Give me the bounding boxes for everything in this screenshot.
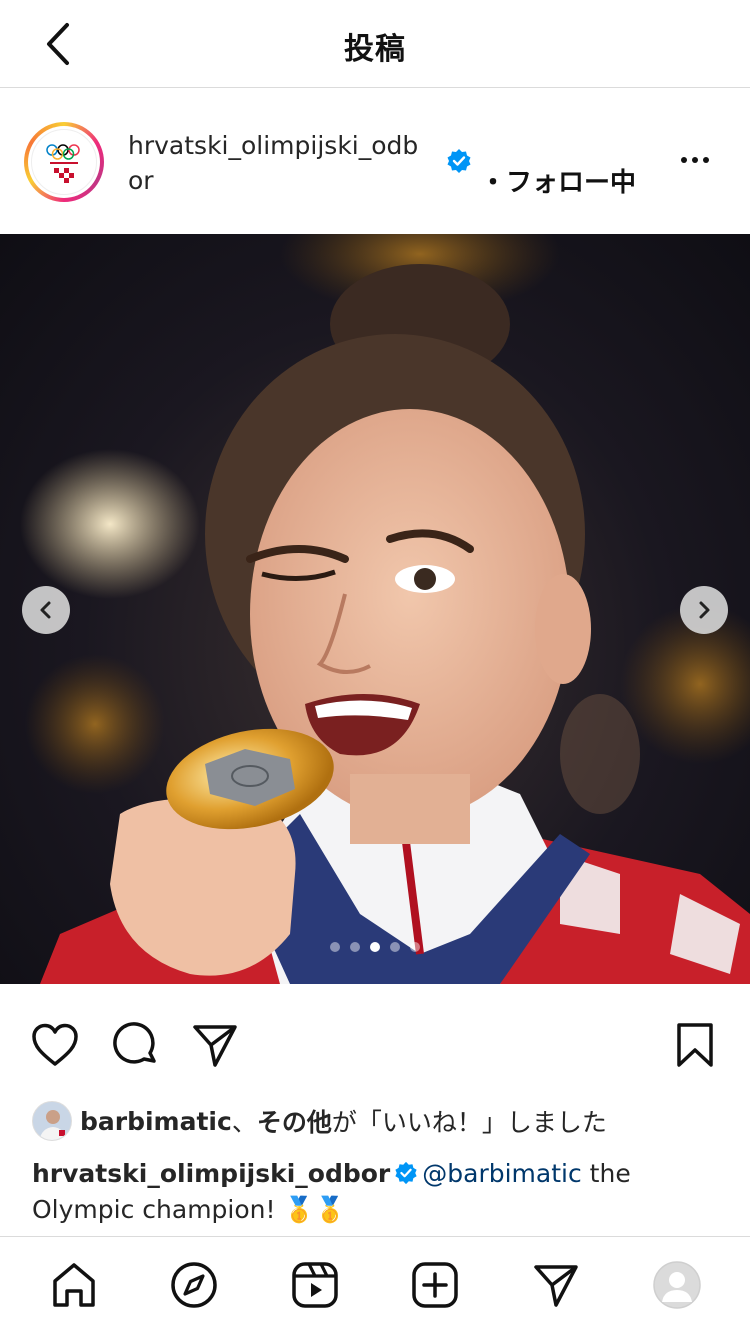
olympic-committee-logo-icon bbox=[46, 144, 80, 183]
caption-emoji: 🥇🥇 bbox=[283, 1195, 346, 1224]
account-username[interactable]: hrvatski_olimpijski_odb or bbox=[128, 128, 428, 198]
carousel-next-icon bbox=[699, 601, 710, 619]
bottom-navigation bbox=[0, 1236, 750, 1334]
carousel-dot bbox=[390, 942, 400, 952]
messages-icon bbox=[534, 1265, 578, 1307]
liker-avatar-image bbox=[33, 1102, 71, 1140]
photo-content bbox=[20, 234, 750, 984]
caption-username[interactable]: hrvatski_olimpijski_odbor bbox=[32, 1159, 390, 1188]
username-line-2: or bbox=[128, 166, 154, 195]
nav-explore[interactable] bbox=[168, 1259, 220, 1311]
share-icon bbox=[193, 1025, 237, 1067]
home-icon bbox=[53, 1263, 95, 1307]
post-photo[interactable] bbox=[0, 234, 750, 984]
following-status-button[interactable]: ・フォロー中 bbox=[480, 162, 636, 199]
nav-create[interactable] bbox=[409, 1259, 461, 1311]
create-icon bbox=[412, 1262, 458, 1308]
save-button[interactable] bbox=[670, 1020, 720, 1070]
post-header: hrvatski_olimpijski_odb or ・フォロー中 bbox=[0, 88, 750, 234]
likes-summary: barbimatic、その他 が「いいね！」しました bbox=[32, 1100, 607, 1142]
likes-separator: 、 bbox=[231, 1108, 257, 1137]
carousel-dot bbox=[410, 942, 420, 952]
account-avatar[interactable] bbox=[24, 122, 104, 202]
like-button[interactable] bbox=[30, 1020, 80, 1070]
carousel-dot bbox=[330, 942, 340, 952]
comment-icon bbox=[113, 1022, 156, 1064]
nav-messages[interactable] bbox=[530, 1259, 582, 1311]
post-actions bbox=[0, 1010, 750, 1080]
carousel-dot bbox=[350, 942, 360, 952]
more-icon bbox=[681, 157, 687, 163]
carousel-prev-button[interactable] bbox=[22, 586, 70, 634]
more-options-button[interactable] bbox=[672, 140, 718, 180]
profile-avatar-icon bbox=[653, 1261, 701, 1309]
nav-profile[interactable] bbox=[651, 1259, 703, 1311]
explore-icon bbox=[171, 1262, 217, 1308]
carousel-prev-icon bbox=[40, 601, 51, 619]
carousel-dot-active bbox=[370, 942, 380, 952]
comment-button[interactable] bbox=[111, 1020, 161, 1070]
verified-icon bbox=[447, 149, 471, 173]
liker-avatar[interactable] bbox=[32, 1101, 72, 1141]
likes-others-link[interactable]: その他 bbox=[257, 1103, 332, 1139]
nav-home[interactable] bbox=[48, 1259, 100, 1311]
top-bar: 投稿 bbox=[0, 0, 750, 88]
verified-icon bbox=[395, 1161, 417, 1185]
post-caption: hrvatski_olimpijski_odbor @barbimatic th… bbox=[32, 1156, 722, 1228]
caption-mention[interactable]: @barbimatic bbox=[422, 1159, 581, 1188]
liker-username[interactable]: barbimatic bbox=[80, 1107, 232, 1136]
nav-reels[interactable] bbox=[289, 1259, 341, 1311]
page-title: 投稿 bbox=[344, 32, 406, 67]
bookmark-icon bbox=[677, 1023, 713, 1067]
carousel-indicator bbox=[0, 942, 750, 952]
carousel-next-button[interactable] bbox=[680, 586, 728, 634]
username-line-1: hrvatski_olimpijski_odb bbox=[128, 131, 419, 160]
reels-icon bbox=[292, 1262, 338, 1308]
heart-icon bbox=[32, 1023, 78, 1066]
share-button[interactable] bbox=[190, 1020, 240, 1070]
likes-suffix: が「いいね！」しました bbox=[331, 1108, 607, 1137]
